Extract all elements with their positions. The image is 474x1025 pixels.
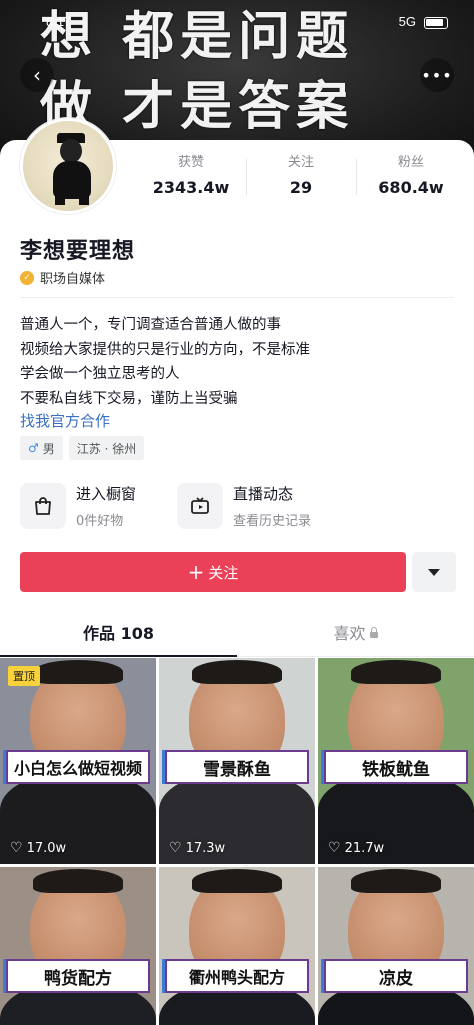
video-caption: 雪景酥鱼: [165, 750, 309, 784]
shopping-bag-icon: [20, 483, 66, 529]
entry-subtitle: 查看历史记录: [233, 514, 312, 529]
lock-icon: [369, 627, 378, 638]
chevron-left-icon: ‹: [33, 63, 41, 87]
live-history-entry[interactable]: 直播动态 查看历史记录: [177, 483, 311, 529]
likes-count: 17.3w: [185, 840, 226, 856]
video-thumbnail[interactable]: 凉皮: [318, 867, 474, 1025]
stat-label: 关注: [287, 155, 314, 170]
more-options-button[interactable]: [412, 552, 456, 592]
tab-likes[interactable]: 喜欢: [237, 615, 474, 656]
follow-button[interactable]: + 关注: [20, 552, 406, 592]
likes-count: 21.7w: [344, 840, 385, 856]
video-thumbnail[interactable]: 衢州鸭头配方: [159, 867, 315, 1025]
stat-value: 680.4w: [378, 178, 444, 197]
video-thumbnail[interactable]: 铁板鱿鱼 ♡ 21.7w: [318, 658, 474, 864]
tab-label: 喜欢: [333, 624, 366, 643]
video-caption: 铁板鱿鱼: [324, 750, 468, 784]
heart-icon: ♡: [10, 840, 23, 856]
stat-value: 2343.4w: [152, 178, 230, 197]
tab-works[interactable]: 作品 108: [0, 615, 237, 657]
verification-label: 职场自媒体: [40, 272, 106, 287]
video-likes: ♡ 21.7w: [328, 840, 384, 856]
follow-label: 关注: [208, 563, 239, 582]
more-button[interactable]: •••: [420, 58, 454, 92]
stat-followers[interactable]: 粉丝 680.4w: [356, 155, 466, 201]
video-caption: 鸭货配方: [6, 959, 150, 993]
plus-icon: +: [187, 560, 205, 584]
avatar[interactable]: [20, 118, 116, 214]
heart-icon: ♡: [169, 840, 182, 856]
video-likes: ♡ 17.0w: [10, 840, 66, 856]
tab-label: 作品 108: [83, 624, 154, 643]
shop-window-entry[interactable]: 进入橱窗 0件好物: [20, 483, 136, 529]
video-thumbnail[interactable]: 鸭货配方: [0, 867, 156, 1025]
entry-title: 进入橱窗: [76, 485, 137, 503]
bio-line: 普通人一个，专门调查适合普通人做的事: [20, 317, 281, 333]
video-caption: 衢州鸭头配方: [165, 959, 309, 993]
stat-label: 获赞: [177, 155, 204, 170]
video-thumbnail[interactable]: 雪景酥鱼 ♡ 17.3w: [159, 658, 315, 864]
banner-text-line1: 想 都是问题: [40, 6, 355, 67]
contact-link[interactable]: 找我官方合作: [20, 410, 110, 431]
profile-bio: 普通人一个，专门调查适合普通人做的事 视频给大家提供的只是行业的方向，不是标准 …: [20, 313, 310, 411]
profile-name: 李想要理想: [20, 239, 136, 264]
gender-label: 男: [42, 441, 55, 456]
pinned-badge: 置顶: [8, 666, 40, 686]
more-dots-icon: •••: [421, 65, 453, 85]
video-thumbnail[interactable]: 置顶 小白怎么做短视频 ♡ 17.0w: [0, 658, 156, 864]
divider: [20, 297, 454, 298]
entry-title: 直播动态: [233, 485, 294, 503]
status-time: 8:17: [46, 14, 72, 29]
entry-subtitle: 0件好物: [76, 514, 124, 529]
verification-badge: ✓ 职场自媒体: [20, 268, 105, 287]
profile-stats: 获赞 2343.4w 关注 29 粉丝 680.4w: [136, 155, 466, 201]
heart-icon: ♡: [328, 840, 341, 856]
back-button[interactable]: ‹: [20, 58, 54, 92]
verified-icon: ✓: [20, 270, 34, 285]
bio-line: 视频给大家提供的只是行业的方向，不是标准: [20, 341, 310, 358]
male-icon: ♂: [28, 441, 39, 455]
tv-icon: [177, 483, 223, 529]
caret-down-icon: [428, 568, 440, 576]
bio-line: 不要私自线下交易，谨防上当受骗: [20, 390, 238, 407]
video-caption: 小白怎么做短视频: [6, 750, 150, 784]
location-tag: 江苏 · 徐州: [68, 436, 145, 460]
status-signal: 5G: [398, 14, 416, 29]
video-grid: 置顶 小白怎么做短视频 ♡ 17.0w 雪景酥鱼 ♡ 17.3w 铁板鱿鱼 ♡ 21.…: [0, 658, 474, 1025]
stat-following[interactable]: 关注 29: [246, 155, 356, 201]
profile-tags: ♂ 男 江苏 · 徐州: [20, 436, 145, 460]
stat-label: 粉丝: [397, 155, 424, 170]
battery-icon: [424, 17, 448, 29]
video-caption: 凉皮: [324, 959, 468, 993]
gender-tag: ♂ 男: [20, 436, 63, 460]
content-tabs: 作品 108 喜欢: [0, 615, 474, 657]
stat-value: 29: [289, 178, 313, 197]
stat-likes[interactable]: 获赞 2343.4w: [136, 155, 246, 201]
likes-count: 17.0w: [26, 840, 67, 856]
bio-line: 学会做一个独立思考的人: [20, 366, 180, 382]
video-likes: ♡ 17.3w: [169, 840, 225, 856]
